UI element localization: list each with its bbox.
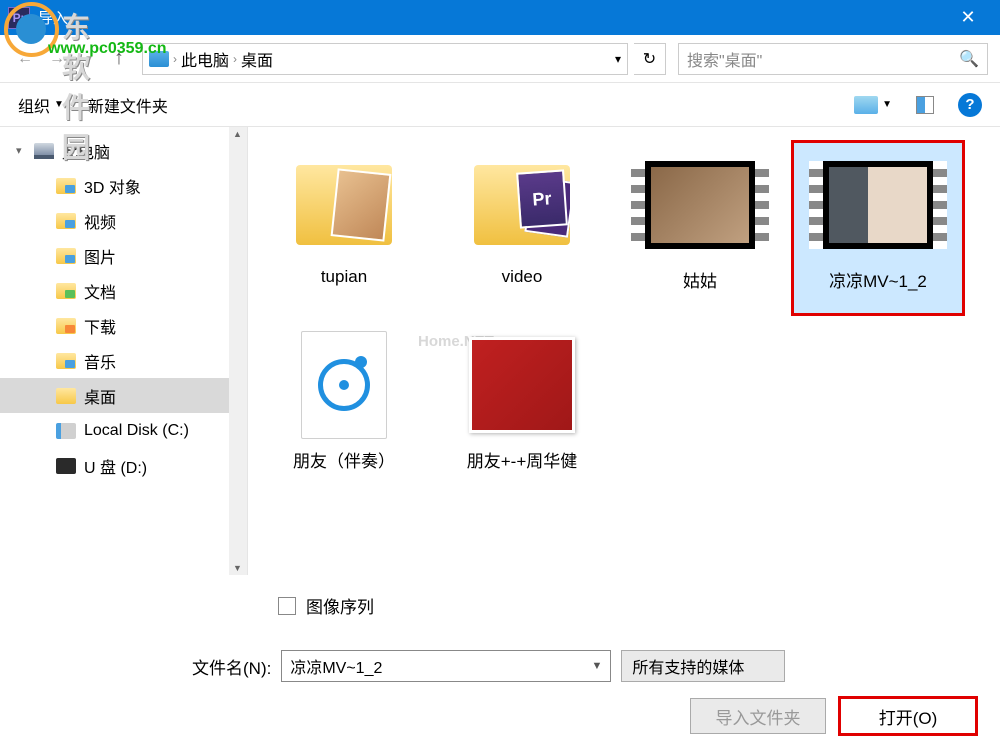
file-label: video [502, 267, 543, 287]
file-item-3[interactable]: 凉凉MV~1_2 [792, 141, 964, 315]
options-row: 图像序列 [0, 575, 1000, 636]
file-label: 姑姑 [683, 267, 717, 292]
breadcrumb[interactable]: › 此电脑 › 桌面 ▾ [142, 43, 628, 75]
sidebar-item-6[interactable]: 音乐 [0, 343, 247, 378]
file-item-2[interactable]: 姑姑 [614, 141, 786, 315]
sidebar-item-label: 此电脑 [62, 139, 110, 163]
file-item-4[interactable]: 朋友（伴奏） [258, 321, 430, 495]
sidebar-item-3[interactable]: 图片 [0, 238, 247, 273]
sidebar-item-label: 视频 [84, 209, 116, 233]
folder-icon [296, 165, 392, 245]
image-sequence-label: 图像序列 [306, 593, 374, 618]
filetype-dropdown[interactable]: 所有支持的媒体 [621, 650, 785, 682]
file-grid[interactable]: Home.NET tupianPrvideo姑姑凉凉MV~1_2朋友（伴奏）朋友… [248, 127, 1000, 575]
pc-icon [34, 143, 54, 159]
sidebar-item-0[interactable]: ▾ 此电脑 [0, 133, 247, 168]
import-folder-button[interactable]: 导入文件夹 [690, 698, 826, 734]
help-button[interactable]: ? [958, 93, 982, 117]
chevron-down-icon[interactable]: ▾ [615, 52, 621, 66]
sidebar-item-label: 文档 [84, 279, 116, 303]
folder-blue-icon [56, 213, 76, 229]
folder-green-icon [56, 283, 76, 299]
titlebar: Pr 导入 ✕ [0, 0, 1000, 35]
filename-label: 文件名(N): [192, 654, 271, 679]
usb-icon [56, 458, 76, 474]
filename-input[interactable]: 凉凉MV~1_2 ▼ [281, 650, 611, 682]
history-dropdown[interactable]: ▾ [76, 46, 102, 72]
app-icon: Pr [8, 7, 30, 29]
file-item-1[interactable]: Pr video [436, 141, 608, 315]
refresh-button[interactable]: ↻ [634, 43, 666, 75]
back-button[interactable]: ← [12, 46, 38, 72]
folder-orange-icon [56, 318, 76, 334]
video-icon [823, 161, 933, 249]
panel-icon [916, 96, 934, 114]
folder-blue-icon [56, 248, 76, 264]
up-button[interactable]: ↑ [108, 47, 130, 70]
chevron-down-icon[interactable]: ▼ [591, 660, 602, 672]
toolbar: 组织▼ 新建文件夹 ▼ ? [0, 83, 1000, 127]
folder-blue-icon [56, 178, 76, 194]
sidebar-item-label: 音乐 [84, 349, 116, 373]
window-title: 导入 [38, 7, 944, 28]
sidebar: ▾ 此电脑 3D 对象视频图片文档下载音乐桌面 Local Disk (C:) U 盘 … [0, 127, 248, 575]
main-area: ▾ 此电脑 3D 对象视频图片文档下载音乐桌面 Local Disk (C:) U 盘 … [0, 127, 1000, 575]
sidebar-item-label: 下载 [84, 314, 116, 338]
sidebar-item-9[interactable]: U 盘 (D:) [0, 448, 247, 483]
breadcrumb-pc[interactable]: 此电脑 [181, 47, 229, 71]
scrollbar[interactable] [229, 127, 247, 575]
sidebar-item-label: Local Disk (C:) [84, 422, 189, 440]
bottom-panel: 文件名(N): 凉凉MV~1_2 ▼ 所有支持的媒体 导入文件夹 打开(O) [0, 636, 1000, 748]
audio-icon [301, 331, 387, 439]
image-icon [469, 337, 575, 433]
file-label: 凉凉MV~1_2 [829, 267, 927, 292]
image-sequence-checkbox[interactable] [278, 597, 296, 615]
sidebar-item-4[interactable]: 文档 [0, 273, 247, 308]
preview-pane-button[interactable] [916, 96, 934, 114]
sidebar-item-5[interactable]: 下载 [0, 308, 247, 343]
folder-icon: Pr [474, 165, 570, 245]
file-label: 朋友+-+周华健 [467, 447, 578, 472]
sidebar-item-label: 3D 对象 [84, 174, 141, 198]
sidebar-item-label: U 盘 (D:) [84, 454, 147, 478]
folder-plain-icon [56, 388, 76, 404]
sidebar-item-8[interactable]: Local Disk (C:) [0, 413, 247, 448]
chevron-down-icon[interactable]: ▾ [16, 144, 26, 157]
thumbnail-icon [854, 96, 878, 114]
search-input[interactable]: 搜索"桌面" 🔍 [678, 43, 988, 75]
chevron-right-icon: › [233, 52, 237, 66]
view-mode-button[interactable]: ▼ [854, 96, 892, 114]
file-label: 朋友（伴奏） [293, 447, 395, 472]
folder-blue-icon [56, 353, 76, 369]
file-item-0[interactable]: tupian [258, 141, 430, 315]
sidebar-item-label: 桌面 [84, 384, 116, 408]
breadcrumb-desktop[interactable]: 桌面 [241, 47, 273, 71]
disk-icon [56, 423, 76, 439]
navigation-bar: ← → ▾ ↑ › 此电脑 › 桌面 ▾ ↻ 搜索"桌面" 🔍 [0, 35, 1000, 83]
sidebar-item-2[interactable]: 视频 [0, 203, 247, 238]
sidebar-item-label: 图片 [84, 244, 116, 268]
new-folder-button[interactable]: 新建文件夹 [88, 93, 168, 117]
sidebar-item-1[interactable]: 3D 对象 [0, 168, 247, 203]
file-item-5[interactable]: 朋友+-+周华健 [436, 321, 608, 495]
chevron-right-icon: › [173, 52, 177, 66]
open-button[interactable]: 打开(O) [840, 698, 976, 734]
sidebar-item-7[interactable]: 桌面 [0, 378, 247, 413]
close-button[interactable]: ✕ [944, 0, 992, 35]
file-label: tupian [321, 267, 367, 287]
search-icon: 🔍 [959, 49, 979, 69]
pc-icon [149, 51, 169, 67]
forward-button[interactable]: → [44, 46, 70, 72]
video-icon [645, 161, 755, 249]
organize-menu[interactable]: 组织▼ [18, 93, 64, 117]
